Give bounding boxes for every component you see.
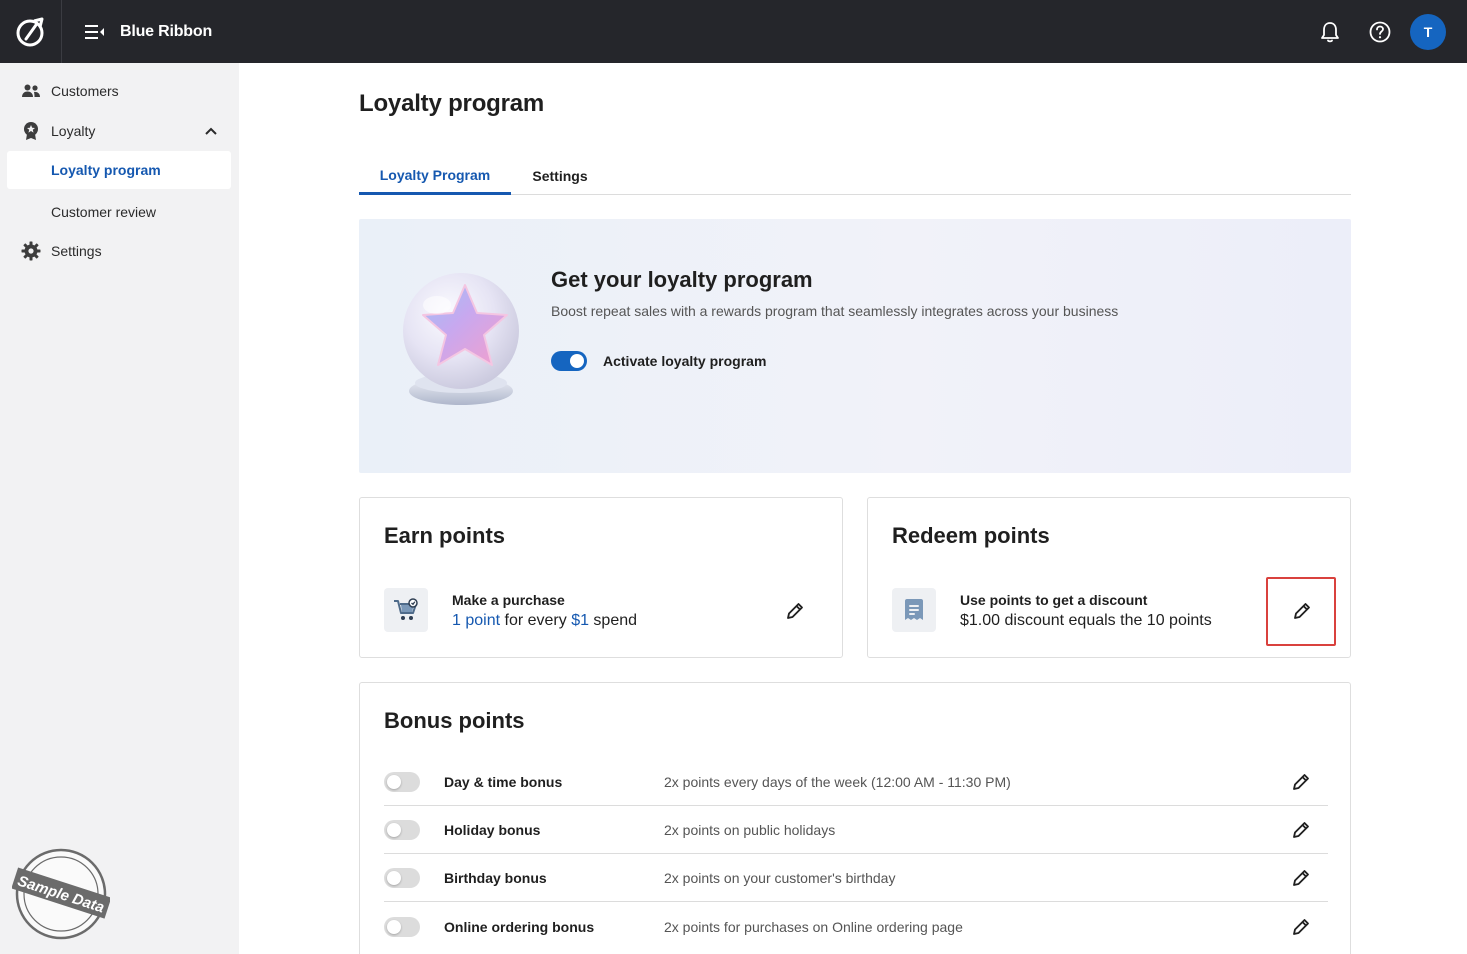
sidebar-item-label: Customer review: [51, 204, 157, 220]
sidebar-item-customer-review[interactable]: Customer review: [7, 193, 231, 231]
bonus-row-holiday: Holiday bonus 2x points on public holida…: [384, 806, 1328, 854]
sidebar-item-label: Loyalty program: [51, 162, 161, 178]
bonus-description: 2x points every days of the week (12:00 …: [664, 774, 1011, 790]
activate-loyalty-toggle[interactable]: [551, 351, 587, 371]
sample-data-stamp: Sample Data: [11, 846, 112, 940]
earn-desc-mid: for every: [500, 612, 572, 629]
bonus-points-card: Bonus points Day & time bonus 2x points …: [359, 682, 1351, 954]
tab-bar: Loyalty Program Settings: [359, 157, 1351, 195]
birthday-bonus-toggle[interactable]: [384, 868, 420, 888]
help-icon[interactable]: [1368, 20, 1392, 44]
redeem-rule-description: $1.00 discount equals the 10 points: [960, 612, 1212, 629]
bonus-name: Day & time bonus: [444, 774, 563, 790]
earn-desc-end: spend: [588, 612, 638, 629]
receipt-icon: [892, 588, 936, 632]
earn-spend-amount: $1: [571, 612, 589, 629]
loyalty-star-illustration: [397, 265, 523, 411]
bonus-name: Online ordering bonus: [444, 919, 595, 935]
bonus-row-day-time: Day & time bonus 2x points every days of…: [384, 758, 1328, 806]
bonus-description: 2x points for purchases on Online orderi…: [664, 919, 963, 935]
edit-online-ordering-bonus-button[interactable]: [1289, 915, 1313, 939]
redeem-points-card: Redeem points Use points to get a discou…: [867, 497, 1351, 658]
day-time-bonus-toggle[interactable]: [384, 772, 420, 792]
activate-loyalty-label: Activate loyalty program: [603, 353, 767, 369]
holiday-bonus-toggle[interactable]: [384, 820, 420, 840]
earn-points-title: Earn points: [384, 523, 506, 548]
brand-logo-icon[interactable]: [0, 0, 62, 63]
hero-title: Get your loyalty program: [551, 267, 813, 292]
earn-points-card: Earn points Make a purchase 1 point for …: [359, 497, 843, 658]
edit-birthday-bonus-button[interactable]: [1289, 866, 1313, 890]
sidebar: Customers Loyalty Loyalty program Custom…: [0, 63, 239, 954]
bonus-name: Birthday bonus: [444, 870, 547, 886]
edit-redeem-button[interactable]: [1290, 599, 1314, 623]
bonus-description: 2x points on public holidays: [664, 822, 836, 838]
hero-subtitle: Boost repeat sales with a rewards progra…: [551, 303, 1119, 319]
edit-day-time-bonus-button[interactable]: [1289, 770, 1313, 794]
redeem-points-title: Redeem points: [892, 523, 1050, 548]
gear-icon: [21, 241, 41, 261]
menu-collapse-icon[interactable]: [84, 21, 106, 43]
edit-earn-button[interactable]: [783, 599, 807, 623]
cart-icon: [384, 588, 428, 632]
bell-icon[interactable]: [1318, 20, 1342, 44]
brand-name: Blue Ribbon: [120, 22, 213, 40]
avatar[interactable]: T: [1410, 13, 1446, 50]
earn-rule-title: Make a purchase: [452, 592, 565, 608]
sidebar-item-label: Customers: [51, 83, 119, 99]
sidebar-item-label: Settings: [51, 243, 102, 259]
loyalty-badge-icon: [21, 121, 41, 141]
tab-settings[interactable]: Settings: [521, 157, 599, 195]
loyalty-hero-banner: Get your loyalty program Boost repeat sa…: [359, 219, 1351, 473]
online-ordering-bonus-toggle[interactable]: [384, 917, 420, 937]
redeem-rule-title: Use points to get a discount: [960, 592, 1148, 608]
earn-rule-description: 1 point for every $1 spend: [452, 612, 637, 630]
edit-holiday-bonus-button[interactable]: [1289, 818, 1313, 842]
sidebar-item-label: Loyalty: [51, 123, 96, 139]
top-bar: Blue Ribbon T: [0, 0, 1467, 63]
bonus-points-title: Bonus points: [384, 708, 525, 733]
sidebar-item-loyalty[interactable]: Loyalty: [0, 113, 239, 149]
sidebar-item-settings[interactable]: Settings: [0, 233, 239, 269]
earn-points-value: 1 point: [452, 612, 501, 629]
chevron-up-icon[interactable]: [202, 122, 220, 140]
bonus-name: Holiday bonus: [444, 822, 541, 838]
bonus-row-birthday: Birthday bonus 2x points on your custome…: [384, 854, 1328, 902]
sidebar-item-loyalty-program[interactable]: Loyalty program: [7, 151, 231, 189]
page-title: Loyalty program: [359, 90, 545, 117]
customers-icon: [21, 81, 41, 101]
bonus-row-online-ordering: Online ordering bonus 2x points for purc…: [384, 903, 1328, 951]
sidebar-item-customers[interactable]: Customers: [0, 73, 239, 109]
bonus-description: 2x points on your customer's birthday: [664, 870, 896, 886]
tab-loyalty-program[interactable]: Loyalty Program: [359, 157, 511, 195]
